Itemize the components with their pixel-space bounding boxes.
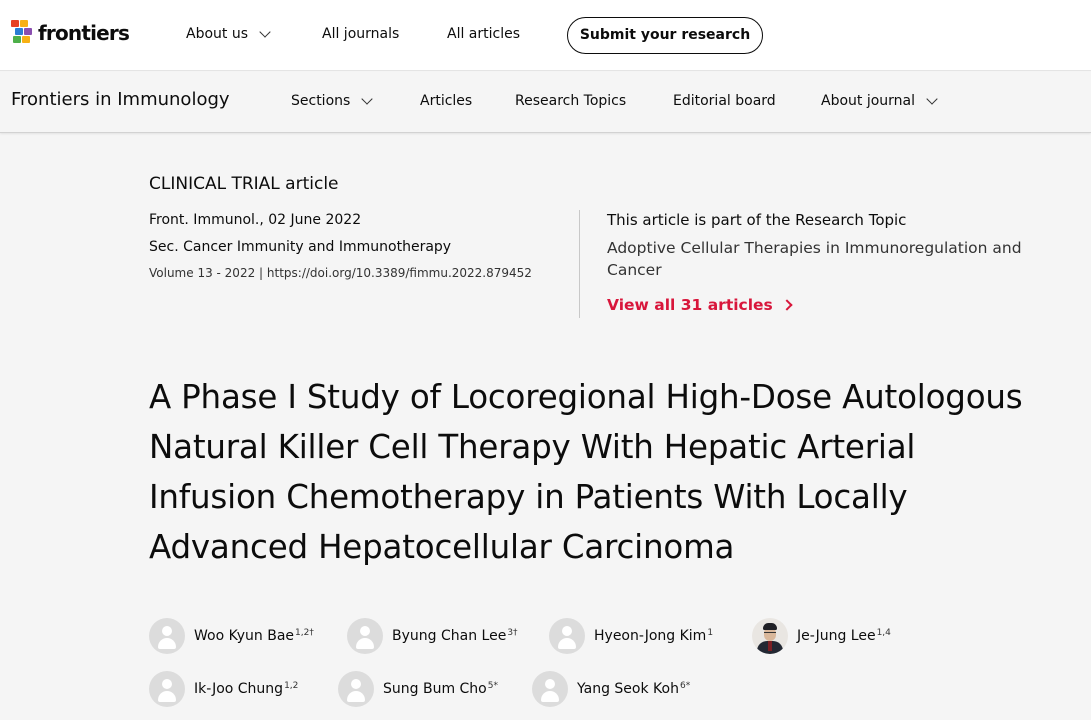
subnav-about-journal[interactable]: About journal	[821, 92, 938, 109]
article-citation: Front. Immunol., 02 June 2022	[149, 212, 362, 228]
author-affiliation: 5*	[487, 681, 498, 691]
view-all-articles-label: View all 31 articles	[607, 296, 773, 314]
chevron-down-icon	[361, 92, 373, 105]
author-name: Yang Seok Koh	[577, 681, 679, 697]
article-type: CLINICAL TRIAL article	[149, 174, 339, 194]
avatar	[338, 671, 374, 707]
frontiers-logo[interactable]: frontiers	[11, 20, 130, 46]
subnav-articles[interactable]: Articles	[420, 93, 472, 109]
avatar	[532, 671, 568, 707]
avatar	[149, 618, 185, 654]
journal-title[interactable]: Frontiers in Immunology	[11, 89, 230, 110]
author-name: Hyeon-Jong Kim	[594, 628, 707, 644]
author-affiliation: 6*	[679, 681, 691, 691]
author-item[interactable]: Ik-Joo Chung 1,2	[149, 671, 298, 707]
nav-about-us[interactable]: About us	[186, 25, 271, 42]
author-name: Je-Jung Lee	[797, 628, 876, 644]
author-photo	[752, 618, 788, 654]
subnav-editorial-board[interactable]: Editorial board	[673, 93, 776, 109]
subnav-research-topics[interactable]: Research Topics	[515, 93, 626, 109]
subnav-research-topics-label: Research Topics	[515, 93, 627, 109]
author-item[interactable]: Woo Kyun Bae 1,2†	[149, 618, 314, 654]
nav-all-articles[interactable]: All articles	[447, 26, 520, 42]
nav-all-journals-label: All journals	[322, 26, 400, 42]
author-name: Ik-Joo Chung	[194, 681, 284, 697]
subnav-sections[interactable]: Sections	[291, 92, 373, 109]
avatar	[149, 671, 185, 707]
research-topic-label: This article is part of the Research Top…	[607, 211, 907, 229]
author-item[interactable]: Hyeon-Jong Kim 1	[549, 618, 713, 654]
author-name: Byung Chan Lee	[392, 628, 507, 644]
author-affiliation: 1,2†	[295, 628, 314, 638]
author-name: Sung Bum Cho	[383, 681, 487, 697]
author-item[interactable]: Sung Bum Cho 5*	[338, 671, 498, 707]
chevron-right-icon	[781, 299, 793, 311]
nav-all-articles-label: All articles	[447, 26, 521, 42]
journal-nav-bar: Frontiers in Immunology Sections Article…	[0, 72, 1091, 133]
nav-about-us-label: About us	[186, 26, 249, 42]
meta-divider	[579, 210, 580, 318]
view-all-articles-link[interactable]: View all 31 articles	[607, 296, 793, 314]
subnav-about-journal-label: About journal	[821, 93, 916, 109]
chevron-down-icon	[259, 25, 271, 38]
article-section[interactable]: Sec. Cancer Immunity and Immunotherapy	[149, 239, 451, 255]
frontiers-logo-icon	[11, 20, 33, 46]
article-volume-doi[interactable]: Volume 13 - 2022 | https://doi.org/10.33…	[149, 266, 532, 280]
article-title: A Phase I Study of Locoregional High-Dos…	[149, 378, 1023, 566]
author-name: Woo Kyun Bae	[194, 628, 295, 644]
avatar	[347, 618, 383, 654]
author-item[interactable]: Yang Seok Koh 6*	[532, 671, 690, 707]
submit-research-button[interactable]: Submit your research	[567, 17, 763, 54]
subnav-editorial-board-label: Editorial board	[673, 93, 776, 109]
subnav-articles-label: Articles	[420, 93, 473, 109]
avatar	[549, 618, 585, 654]
subnav-sections-label: Sections	[291, 93, 351, 109]
author-affiliation: 1,2	[284, 681, 299, 691]
author-item[interactable]: Byung Chan Lee 3†	[347, 618, 518, 654]
author-affiliation: 1	[707, 628, 714, 638]
chevron-down-icon	[926, 92, 938, 105]
nav-all-journals[interactable]: All journals	[322, 26, 399, 42]
logo-text: frontiers	[38, 21, 130, 45]
research-topic-name[interactable]: Adoptive Cellular Therapies in Immunoreg…	[607, 237, 1067, 281]
author-item[interactable]: Je-Jung Lee 1,4	[752, 618, 891, 654]
top-header: frontiers About us All journals All arti…	[0, 0, 1091, 71]
author-affiliation: 3†	[507, 628, 518, 638]
author-affiliation: 1,4	[876, 628, 891, 638]
